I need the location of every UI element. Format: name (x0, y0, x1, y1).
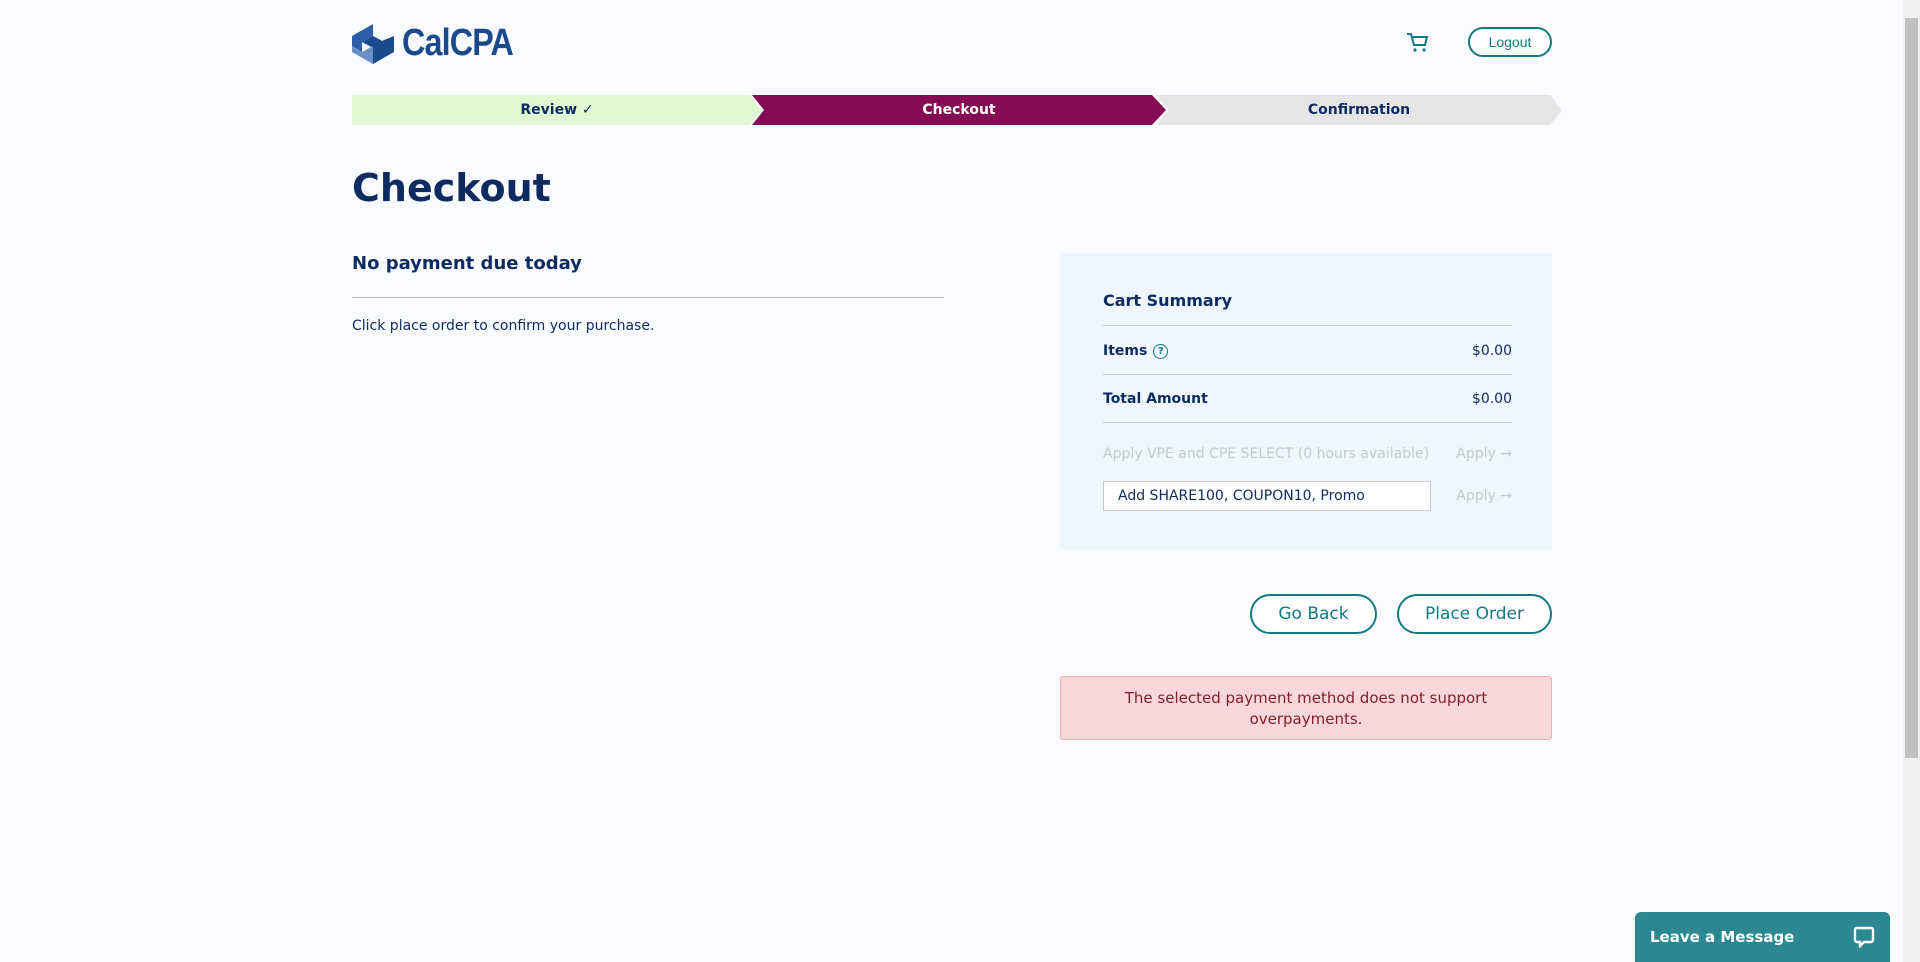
divider (1103, 422, 1512, 423)
coupon-row: Apply → (1103, 481, 1512, 511)
vpe-row: Apply VPE and CPE SELECT (0 hours availa… (1103, 444, 1512, 464)
items-label: Items (1103, 343, 1148, 359)
page-title: Checkout (352, 166, 551, 210)
payment-message: Click place order to confirm your purcha… (352, 318, 655, 334)
cart-summary: Cart Summary Items? $0.00 Total Amount $… (1060, 253, 1552, 550)
logo-icon (352, 23, 394, 64)
total-row: Total Amount $0.00 (1103, 389, 1512, 409)
scrollbar-thumb[interactable] (1905, 18, 1918, 758)
divider (1103, 374, 1512, 375)
coupon-apply-button[interactable]: Apply → (1456, 488, 1512, 504)
vpe-apply-button[interactable]: Apply → (1456, 446, 1512, 462)
total-value: $0.00 (1471, 391, 1512, 407)
divider (1103, 325, 1512, 326)
chat-bubble-icon (1853, 926, 1875, 948)
place-order-button[interactable]: Place Order (1397, 594, 1552, 634)
step-confirmation: Confirmation (1156, 95, 1562, 125)
items-row: Items? $0.00 (1103, 341, 1512, 361)
payment-heading: No payment due today (352, 253, 582, 274)
cart-summary-title: Cart Summary (1103, 291, 1233, 310)
divider (352, 297, 944, 298)
help-icon[interactable]: ? (1153, 343, 1169, 359)
items-value: $0.00 (1471, 343, 1512, 359)
coupon-input[interactable] (1103, 481, 1431, 511)
logo-text: CalCPA (402, 22, 514, 64)
chat-label: Leave a Message (1650, 928, 1795, 946)
step-review[interactable]: Review ✓ (352, 95, 762, 125)
progress-steps: Review ✓ Checkout Confirmation (352, 95, 1562, 125)
leave-message-widget[interactable]: Leave a Message (1635, 912, 1890, 962)
vpe-label: Apply VPE and CPE SELECT (0 hours availa… (1103, 446, 1430, 462)
total-label: Total Amount (1103, 391, 1208, 407)
calcpa-logo[interactable]: CalCPA (352, 22, 533, 65)
step-checkout: Checkout (752, 95, 1166, 125)
scrollbar[interactable] (1903, 0, 1920, 962)
logout-button[interactable]: Logout (1468, 27, 1552, 57)
go-back-button[interactable]: Go Back (1250, 594, 1377, 634)
cart-icon[interactable] (1406, 32, 1430, 54)
error-alert: The selected payment method does not sup… (1060, 676, 1552, 740)
